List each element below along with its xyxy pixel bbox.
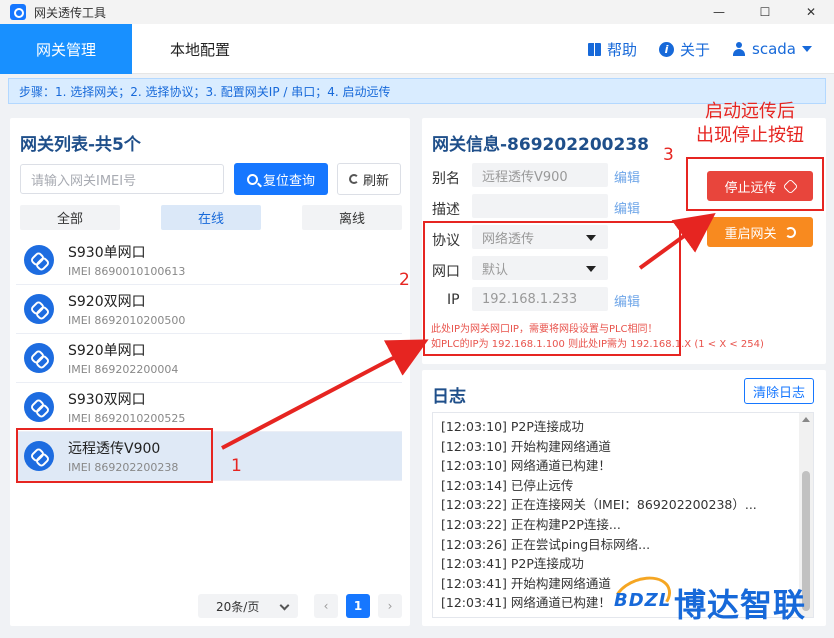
about-label: 关于 xyxy=(680,40,711,59)
filter-online[interactable]: 在线 xyxy=(161,205,261,230)
close-button[interactable]: ✕ xyxy=(788,0,834,24)
help-link[interactable]: 帮助 xyxy=(588,39,637,60)
link-icon xyxy=(24,343,54,373)
link-icon xyxy=(24,392,54,422)
user-menu[interactable]: scada xyxy=(732,40,812,58)
nav-right: 帮助 i 关于 scada xyxy=(588,24,812,74)
refresh-button[interactable]: 刷新 xyxy=(337,163,401,195)
alias-field[interactable]: 远程透传V900 xyxy=(472,163,608,187)
minimize-button[interactable]: — xyxy=(696,0,742,24)
log-line: [12:03:26] 正在尝试ping目标网络... xyxy=(441,536,651,552)
log-line: [12:03:10] 网络通道已构建！ xyxy=(441,458,611,474)
gateway-list-item[interactable]: S930双网口 IMEI 8692010200525 xyxy=(16,383,402,432)
gateway-imei: IMEI 8692010200500 xyxy=(68,314,186,327)
filter-all[interactable]: 全部 xyxy=(20,205,120,230)
log-line: [12:03:10] 开始构建网络通道 xyxy=(441,438,611,454)
about-link[interactable]: i 关于 xyxy=(659,39,710,60)
imei-search-input[interactable]: 请输入网关IMEI号 xyxy=(20,164,224,194)
annotation-title: 启动远传后 出现停止按钮 xyxy=(696,100,804,148)
caret-down-icon xyxy=(802,46,812,52)
prev-page-button[interactable]: ‹ xyxy=(314,594,338,618)
filter-offline[interactable]: 离线 xyxy=(302,205,402,230)
chevron-down-icon xyxy=(279,600,290,611)
gateway-name: S920单网口 xyxy=(68,343,146,359)
desc-label: 描述 xyxy=(432,202,460,218)
log-line: [12:03:22] 正在构建P2P连接... xyxy=(441,516,621,532)
refresh-label: 刷新 xyxy=(362,173,389,189)
gateway-imei: IMEI 869202200004 xyxy=(68,363,179,376)
alias-label: 别名 xyxy=(432,171,460,187)
restart-icon xyxy=(784,226,796,238)
app-icon xyxy=(10,4,26,20)
gateway-info-title: 网关信息-869202200238 xyxy=(432,135,649,155)
edit-desc-link[interactable]: 编辑 xyxy=(614,198,640,217)
gateway-name: S930单网口 xyxy=(68,245,146,261)
logo-abbr: BDZL xyxy=(614,590,672,611)
steps-text: 步骤：1. 选择网关；2. 选择协议；3. 配置网关IP / 串口；4. 启动远… xyxy=(19,84,391,99)
reset-query-label: 复位查询 xyxy=(262,173,315,189)
current-page-button[interactable]: 1 xyxy=(346,594,370,618)
link-icon xyxy=(24,245,54,275)
top-nav: 网关管理 本地配置 帮助 i 关于 scada xyxy=(0,24,834,74)
scroll-up-icon[interactable] xyxy=(802,417,810,422)
log-line: [12:03:41] P2P连接成功 xyxy=(441,556,584,572)
gateway-name: S930双网口 xyxy=(68,392,146,408)
log-line: [12:03:10] P2P连接成功 xyxy=(441,419,584,434)
reset-query-button[interactable]: 复位查询 xyxy=(234,163,328,195)
gateway-list-item[interactable]: S930单网口 IMEI 8690010100613 xyxy=(16,236,402,285)
log-line: [12:03:22] 正在连接网关（IMEI：869202200238）... xyxy=(441,497,757,513)
annotation-title-line2: 出现停止按钮 xyxy=(696,125,804,146)
desc-field[interactable] xyxy=(472,194,608,218)
annotation-title-line1: 启动远传后 xyxy=(705,101,795,122)
help-label: 帮助 xyxy=(607,40,638,59)
annotation-box-2 xyxy=(423,221,681,356)
gateway-list-item[interactable]: S920双网口 IMEI 8692010200500 xyxy=(16,285,402,334)
window-titlebar: 网关透传工具 — ☐ ✕ xyxy=(0,0,834,24)
annotation-number-2: 2 xyxy=(399,270,410,290)
next-page-button[interactable]: › xyxy=(378,594,402,618)
restart-gateway-button[interactable]: 重启网关 xyxy=(707,217,813,247)
gateway-name: S920双网口 xyxy=(68,294,146,310)
gateway-imei: IMEI 8690010100613 xyxy=(68,265,186,278)
edit-alias-link[interactable]: 编辑 xyxy=(614,167,640,186)
log-title: 日志 xyxy=(432,387,466,407)
refresh-icon xyxy=(348,174,359,184)
search-icon xyxy=(246,173,258,185)
user-label: scada xyxy=(752,40,796,58)
log-line: [12:03:14] 已停止远传 xyxy=(441,477,574,493)
tab-local-config[interactable]: 本地配置 xyxy=(132,24,268,74)
page-size-label: 20条/页 xyxy=(216,599,260,614)
logo-name: 博达智联 xyxy=(674,586,807,624)
maximize-button[interactable]: ☐ xyxy=(742,0,788,24)
restart-gateway-label: 重启网关 xyxy=(724,226,777,242)
gateway-list-title: 网关列表-共5个 xyxy=(20,135,141,155)
window-title: 网关透传工具 xyxy=(34,5,107,20)
gateway-list-panel: 网关列表-共5个 请输入网关IMEI号 复位查询 刷新 全部 在线 离线 S93… xyxy=(10,118,410,626)
clear-log-button[interactable]: 清除日志 xyxy=(744,378,814,404)
annotation-box-3 xyxy=(686,157,824,211)
info-icon: i xyxy=(659,41,675,57)
gateway-list-item[interactable]: S920单网口 IMEI 869202200004 xyxy=(16,334,402,383)
window-controls: — ☐ ✕ xyxy=(696,0,834,24)
gateway-imei: IMEI 8692010200525 xyxy=(68,412,186,425)
bdzl-logo: BDZL 博达智联 xyxy=(606,568,827,628)
link-icon xyxy=(24,294,54,324)
tab-gateway-management[interactable]: 网关管理 xyxy=(0,24,132,74)
page-size-select[interactable]: 20条/页 xyxy=(198,594,298,618)
annotation-number-1: 1 xyxy=(231,456,242,476)
user-icon xyxy=(732,42,746,56)
annotation-box-1 xyxy=(16,428,213,483)
annotation-number-3: 3 xyxy=(663,145,674,165)
book-icon xyxy=(588,42,601,56)
